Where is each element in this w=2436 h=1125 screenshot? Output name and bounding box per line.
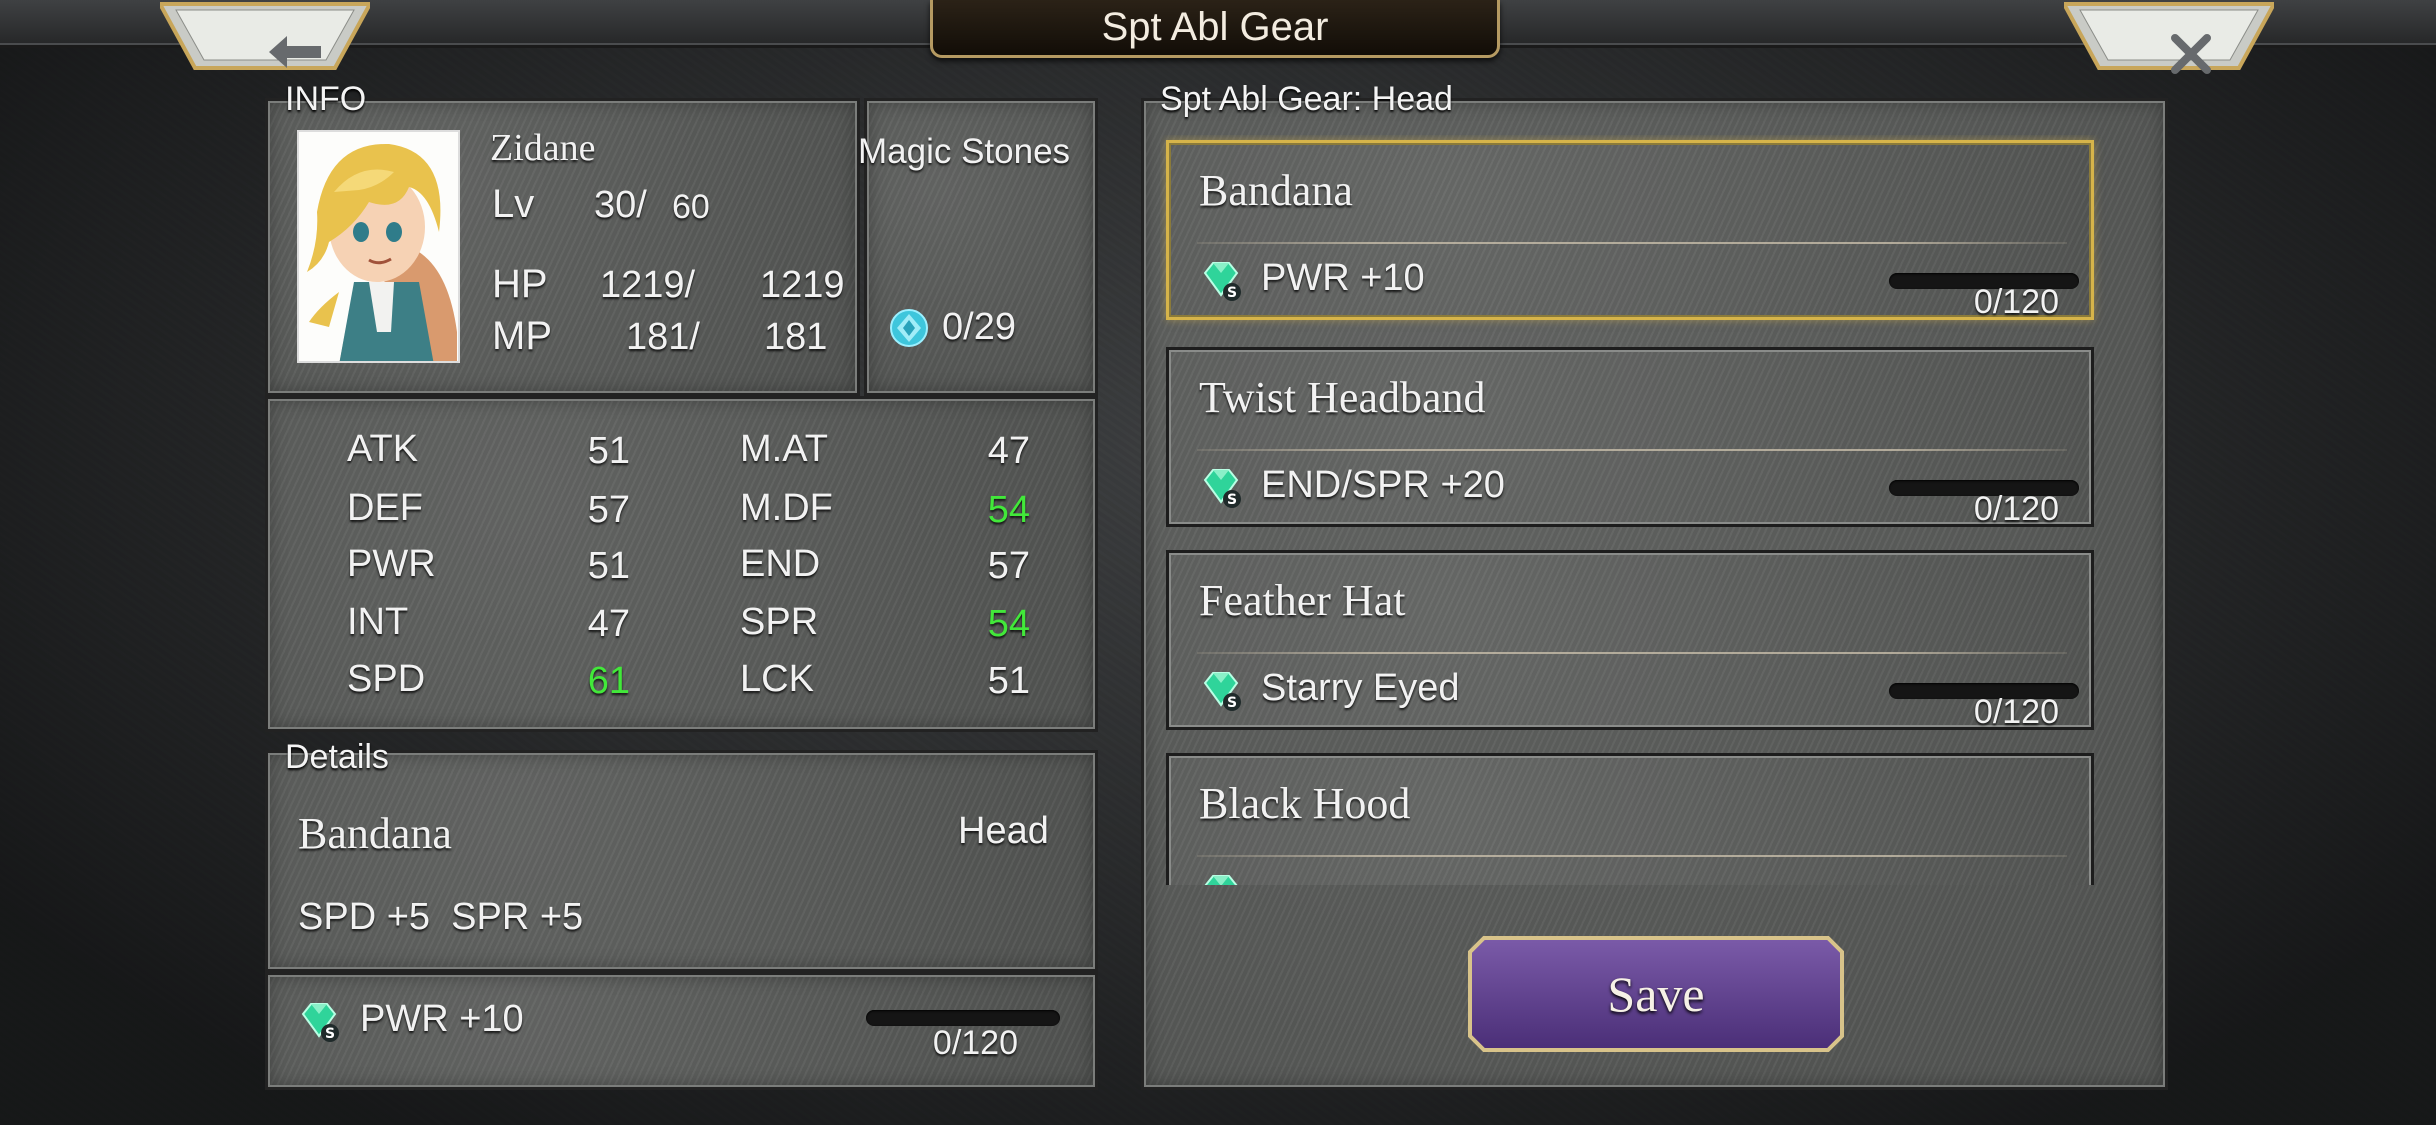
- level-label: Lv: [492, 182, 535, 226]
- stat-value: 57: [587, 489, 630, 531]
- stat-value-boosted: 54: [987, 489, 1030, 531]
- close-button[interactable]: [2064, 0, 2274, 74]
- stat-label: M.AT: [740, 428, 828, 470]
- stat-label: END: [740, 543, 821, 585]
- hp-max: 1219: [760, 264, 845, 306]
- gear-item-name: Bandana: [1199, 166, 1353, 215]
- details-slot: Head: [958, 810, 1049, 852]
- mp-label: MP: [492, 314, 552, 358]
- gear-item-progress-text: 0/120: [1973, 693, 2059, 731]
- gear-item-black-hood[interactable]: Black Hood: [1166, 753, 2094, 885]
- save-button-label: Save: [1607, 966, 1705, 1022]
- hp-value: 1219/: [600, 264, 696, 306]
- screen-title-text: Spt Abl Gear: [1101, 5, 1329, 49]
- details-label: Details: [285, 738, 389, 776]
- svg-text:S: S: [325, 1026, 335, 1042]
- gear-item-twist-headband[interactable]: Twist Headband S END/SPR +20 0/120: [1166, 347, 2094, 528]
- gear-item-ability: END/SPR +20: [1261, 464, 1505, 506]
- gear-item-ability: PWR +10: [1261, 257, 1425, 299]
- svg-text:S: S: [1227, 285, 1237, 301]
- stat-label: INT: [347, 601, 409, 643]
- support-ability-gem-icon: S: [1199, 466, 1243, 515]
- stat-value: 51: [987, 660, 1030, 702]
- support-ability-gem-icon: S: [1199, 259, 1243, 308]
- stat-value-boosted: 54: [987, 603, 1030, 645]
- stat-label: ATK: [347, 428, 419, 470]
- mp-value: 181/: [626, 316, 700, 358]
- magic-stones-count: 0/29: [942, 306, 1016, 348]
- gear-list[interactable]: Bandana S PWR +10 0/120 Twist Headband S…: [1160, 135, 2110, 885]
- support-ability-gem-icon: S: [1199, 669, 1243, 718]
- gear-item-ability: Starry Eyed: [1261, 667, 1460, 709]
- screen-title: Spt Abl Gear: [930, 0, 1500, 58]
- stat-label: DEF: [347, 487, 423, 529]
- hp-label: HP: [492, 262, 548, 306]
- stat-label: LCK: [740, 658, 814, 700]
- details-progress-text: 0/120: [932, 1024, 1018, 1062]
- gear-item-progress-text: 0/120: [1973, 490, 2059, 528]
- support-ability-gem-icon: S: [297, 1000, 341, 1049]
- gear-item-progress-text: 0/120: [1973, 283, 2059, 321]
- level-value: 30/: [594, 184, 647, 226]
- gear-item-name: Black Hood: [1199, 779, 1411, 828]
- stat-value: 57: [987, 545, 1030, 587]
- info-label: INFO: [285, 80, 367, 118]
- stat-value: 47: [987, 430, 1030, 472]
- character-portrait: [297, 130, 460, 363]
- mp-max: 181: [764, 316, 828, 358]
- stat-value: 47: [587, 603, 630, 645]
- stat-label: PWR: [347, 543, 436, 585]
- svg-text:S: S: [1227, 492, 1237, 508]
- details-item-name: Bandana: [298, 809, 452, 858]
- magic-stone-icon: [889, 308, 929, 353]
- stat-value-boosted: 61: [587, 660, 630, 702]
- support-ability-gem-icon: [1199, 872, 1243, 885]
- stat-label: SPD: [347, 658, 426, 700]
- divider: [1197, 652, 2067, 654]
- gear-list-label: Spt Abl Gear: Head: [1160, 80, 1453, 118]
- svg-text:S: S: [1227, 695, 1237, 711]
- gear-item-name: Feather Hat: [1199, 576, 1406, 625]
- stat-value: 51: [587, 545, 630, 587]
- magic-stones-label: Magic Stones: [858, 132, 1071, 171]
- divider: [1197, 449, 2067, 451]
- stat-value: 51: [587, 430, 630, 472]
- save-button[interactable]: Save: [1468, 936, 1844, 1052]
- level-max: 60: [672, 188, 710, 226]
- details-bonus: SPD +5 SPR +5: [298, 896, 584, 938]
- stat-label: SPR: [740, 601, 819, 643]
- divider: [1197, 855, 2067, 857]
- gear-item-bandana[interactable]: Bandana S PWR +10 0/120: [1166, 140, 2094, 321]
- details-ability: PWR +10: [360, 998, 524, 1040]
- character-name: Zidane: [490, 127, 596, 169]
- divider: [1197, 242, 2067, 244]
- gear-item-feather-hat[interactable]: Feather Hat S Starry Eyed 0/120: [1166, 550, 2094, 731]
- gear-item-name: Twist Headband: [1199, 373, 1486, 422]
- stat-label: M.DF: [740, 487, 833, 529]
- back-button[interactable]: [160, 0, 370, 70]
